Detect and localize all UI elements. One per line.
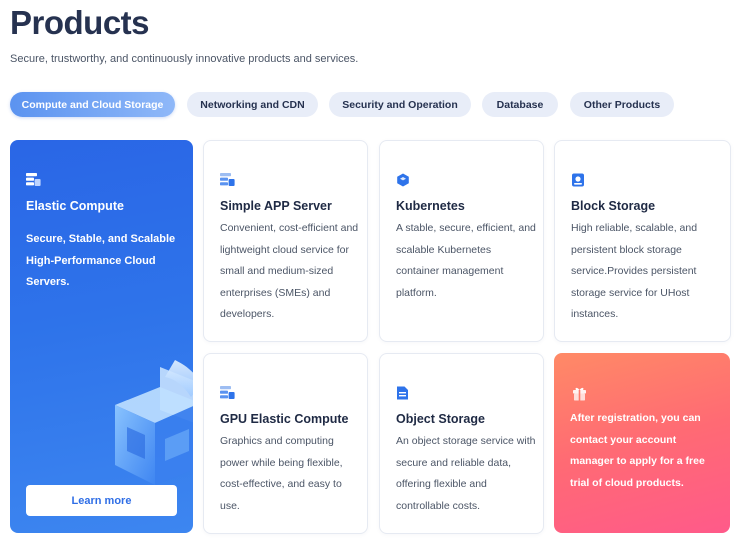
disk-icon (571, 173, 585, 192)
card-title: GPU Elastic Compute (220, 412, 349, 426)
document-icon (396, 386, 409, 405)
cube-illustration (105, 355, 193, 500)
page-subtitle: Secure, trustworthy, and continuously in… (10, 53, 359, 65)
card-kubernetes[interactable]: Kubernetes A stable, secure, efficient, … (379, 140, 544, 342)
card-simple-app-server[interactable]: Simple APP Server Convenient, cost-effic… (203, 140, 368, 342)
tab-other-products[interactable]: Other Products (570, 92, 674, 117)
card-title: Kubernetes (396, 199, 465, 213)
card-gpu-elastic-compute[interactable]: GPU Elastic Compute Graphics and computi… (203, 353, 368, 534)
hero-title: Elastic Compute (26, 199, 124, 213)
server-icon (220, 386, 235, 405)
tab-security-and-operation[interactable]: Security and Operation (329, 92, 471, 117)
card-title: Object Storage (396, 412, 485, 426)
card-description: High reliable, scalable, and persistent … (571, 222, 698, 320)
card-block-storage[interactable]: Block Storage High reliable, scalable, a… (554, 140, 731, 342)
card-description: A stable, secure, efficient, and scalabl… (396, 222, 536, 299)
tab-networking-and-cdn[interactable]: Networking and CDN (187, 92, 318, 117)
card-description: An object storage service with secure an… (396, 435, 536, 512)
card-title: Simple APP Server (220, 199, 332, 213)
tab-compute-and-cloud-storage[interactable]: Compute and Cloud Storage (10, 92, 175, 117)
promo-text: After registration, you can contact your… (570, 412, 705, 489)
card-object-storage[interactable]: Object Storage An object storage service… (379, 353, 544, 534)
gift-icon (572, 386, 587, 406)
card-description: Convenient, cost-efficient and lightweig… (220, 222, 359, 320)
hexagon-icon (396, 173, 410, 192)
hero-description: Secure, Stable, and Scalable High-Perfor… (26, 233, 176, 288)
card-title: Block Storage (571, 199, 656, 213)
server-icon (26, 173, 41, 192)
free-trial-promo-card[interactable]: After registration, you can contact your… (554, 353, 730, 533)
server-icon (220, 173, 235, 192)
tab-database[interactable]: Database (482, 92, 558, 117)
card-description: Graphics and computing power while being… (220, 435, 343, 512)
learn-more-button[interactable]: Learn more (26, 485, 177, 516)
hero-card-elastic-compute[interactable]: Elastic Compute Secure, Stable, and Scal… (10, 140, 193, 533)
page-title: Products (10, 4, 150, 41)
